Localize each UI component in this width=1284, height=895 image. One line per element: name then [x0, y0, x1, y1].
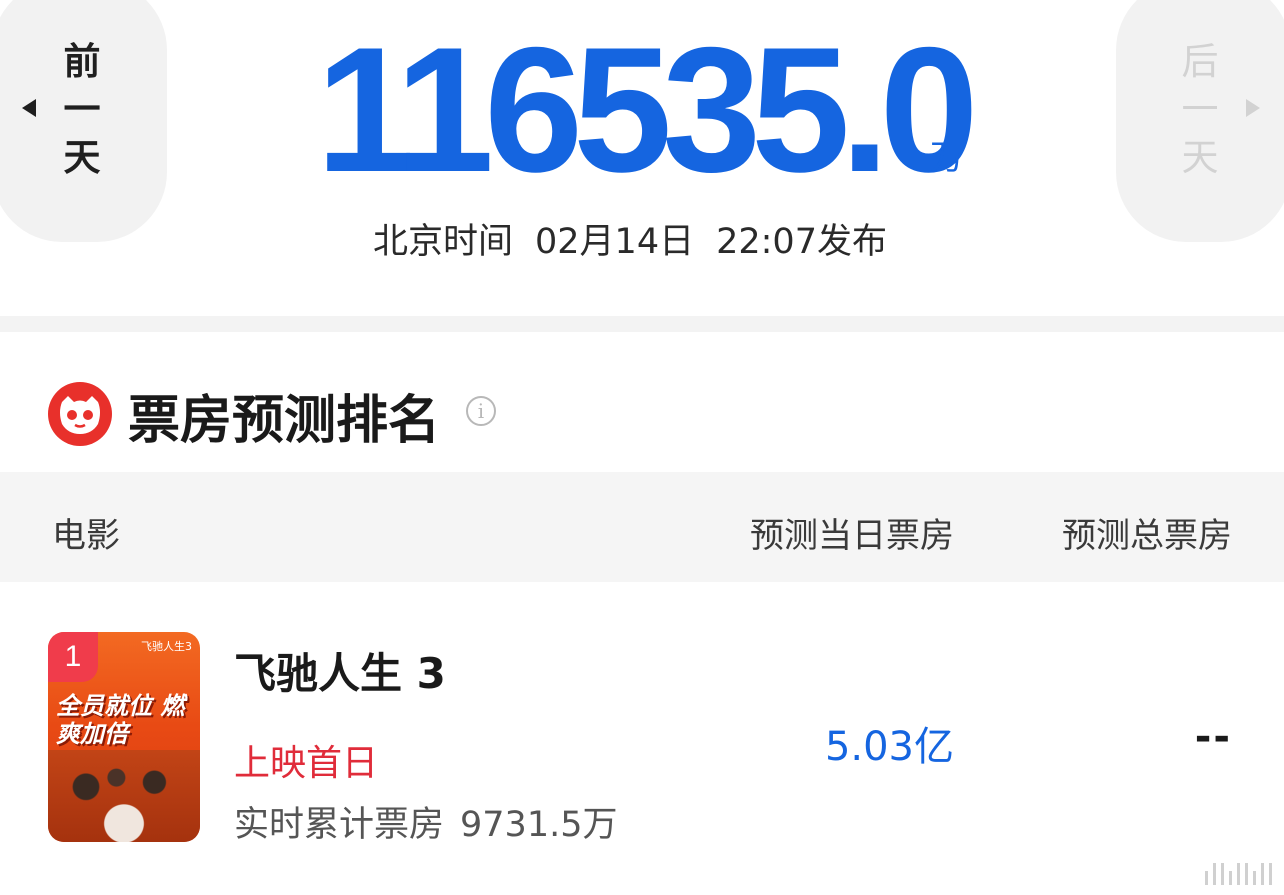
poster-image: [48, 750, 200, 842]
cumulative-label: 实时累计票房: [234, 805, 445, 845]
publish-info: 北京时间 02月14日 22:07发布: [373, 213, 887, 264]
table-row[interactable]: 飞驰人生3 全员就位 燃爽加倍 1 飞驰人生 3 上映首日 实时累计票房 973…: [0, 582, 1284, 895]
next-day-char: 天: [1181, 136, 1219, 179]
next-day-char: 一: [1181, 88, 1219, 131]
predicted-total-value: --: [1194, 714, 1232, 760]
predicted-today-value: 5.03亿: [824, 724, 954, 770]
prev-day-char: 一: [63, 88, 101, 131]
prev-day-char: 前: [63, 40, 101, 83]
publish-date: 02月14日: [535, 222, 695, 262]
cumulative-box-office: 实时累计票房 9731.5万: [234, 796, 617, 847]
next-day-button[interactable]: 后 一 天: [1116, 0, 1284, 242]
poster-logo: 飞驰人生3: [141, 640, 192, 653]
publish-time: 22:07发布: [716, 222, 887, 262]
section-divider: [0, 316, 1284, 332]
box-office-unit: 万: [930, 138, 964, 178]
poster-headline: 全员就位 燃爽加倍: [56, 692, 185, 748]
right-triangle-icon: [1246, 99, 1260, 117]
summary-panel: 前 一 天 116535.0 万 北京时间 02月14日 22:07发布 后 一…: [0, 0, 1284, 316]
watermark: [1205, 863, 1272, 885]
publish-prefix: 北京时间: [373, 222, 514, 262]
maoyan-cat-logo-icon: [48, 382, 112, 446]
header-movie: 电影: [52, 516, 120, 556]
prev-day-button[interactable]: 前 一 天: [0, 0, 167, 242]
total-box-office: 116535.0: [316, 10, 979, 209]
section-title: 票房预测排名: [128, 391, 441, 451]
release-status: 上映首日: [234, 743, 379, 784]
cumulative-value: 9731.5万: [460, 805, 618, 845]
header-predicted-total: 预测总票房: [1062, 516, 1232, 556]
table-header: 电影 预测当日票房 预测总票房: [0, 472, 1284, 582]
left-triangle-icon: [22, 99, 36, 117]
header-predicted-today: 预测当日票房: [750, 516, 954, 556]
next-day-char: 后: [1181, 40, 1219, 83]
info-icon[interactable]: i: [466, 396, 496, 426]
rank-badge: 1: [48, 632, 98, 682]
movie-title[interactable]: 飞驰人生 3: [234, 640, 446, 701]
ranking-section-header: 票房预测排名 i: [0, 332, 1284, 472]
prev-day-char: 天: [63, 136, 101, 179]
